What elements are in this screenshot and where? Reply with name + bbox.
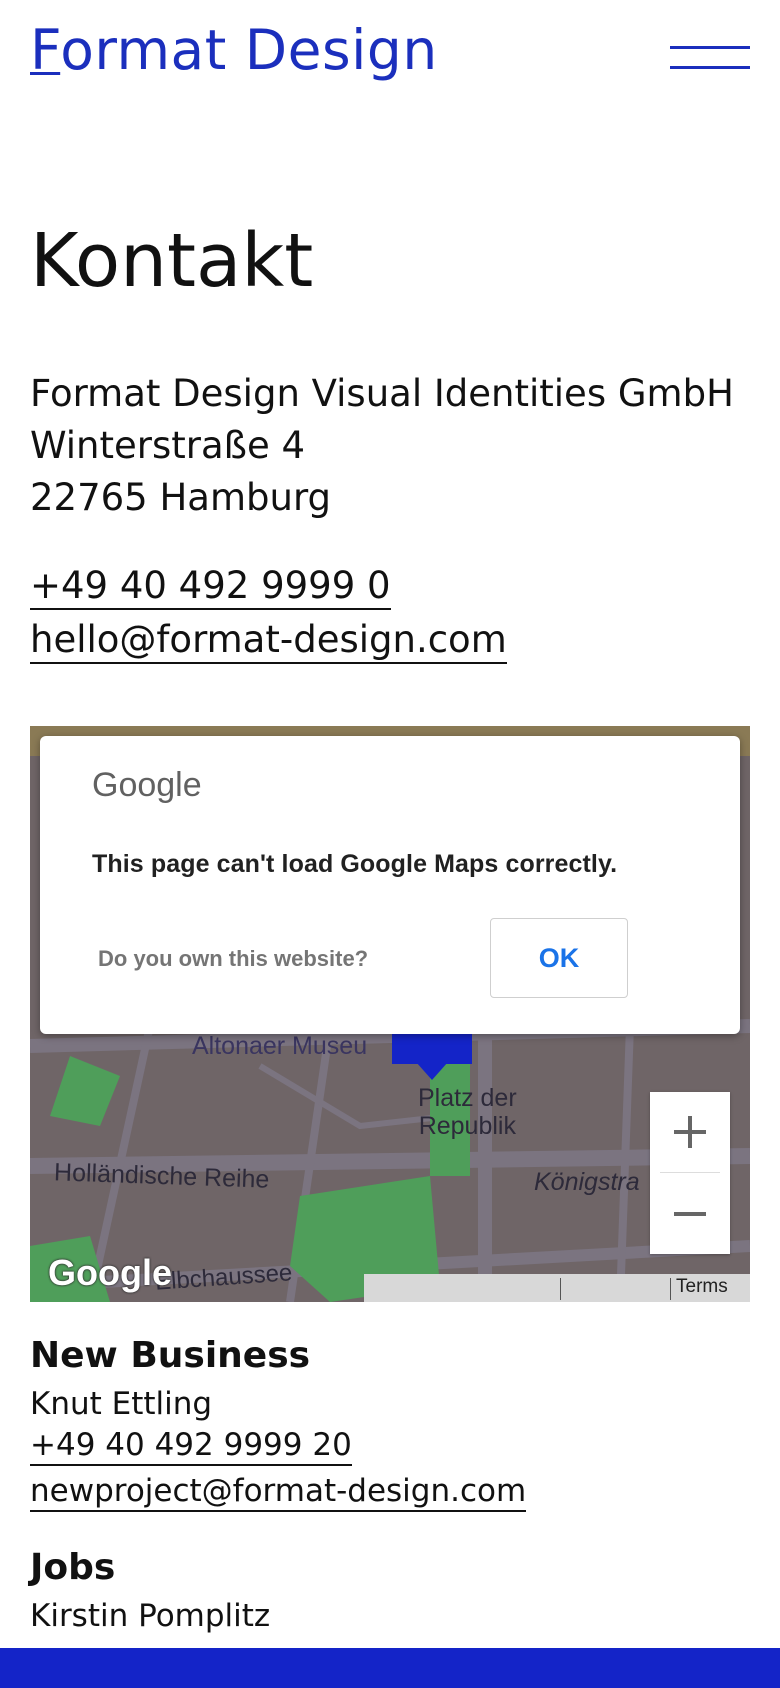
map-label-platz-line2: Republik bbox=[418, 1112, 516, 1140]
jobs-heading: Jobs bbox=[30, 1547, 116, 1588]
zoom-in-button[interactable] bbox=[650, 1092, 730, 1172]
company-name: Format Design Visual Identities GmbH bbox=[30, 372, 734, 415]
maps-error-dialog: Google This page can't load Google Maps … bbox=[40, 736, 740, 1034]
company-address: Format Design Visual Identities GmbH Win… bbox=[30, 368, 734, 524]
phone-link[interactable]: +49 40 492 9999 0 bbox=[30, 564, 391, 610]
footer-bar bbox=[0, 1648, 780, 1688]
google-logo: Google bbox=[48, 1252, 172, 1293]
map-label-platz-line1: Platz der bbox=[418, 1084, 517, 1112]
logo-initial: F bbox=[30, 18, 61, 82]
address-street: Winterstraße 4 bbox=[30, 424, 306, 467]
logo-text: ormat Design bbox=[60, 18, 438, 82]
new-business-contact-name: Knut Ettling bbox=[30, 1386, 213, 1422]
minus-icon bbox=[674, 1212, 706, 1216]
address-city: 22765 Hamburg bbox=[30, 476, 331, 519]
new-business-email-link[interactable]: newproject@format-design.com bbox=[30, 1472, 527, 1512]
jobs-section: Jobs Kirstin Pomplitz bbox=[30, 1542, 270, 1638]
email-link[interactable]: hello@format-design.com bbox=[30, 618, 507, 664]
new-business-phone-link[interactable]: +49 40 492 9999 20 bbox=[30, 1426, 352, 1466]
map-label-altonaer: Altonaer Museu bbox=[192, 1032, 368, 1060]
terms-link[interactable]: Terms bbox=[676, 1276, 728, 1298]
page-title: Kontakt bbox=[30, 218, 314, 304]
map-marker[interactable] bbox=[392, 1034, 472, 1064]
ok-button[interactable]: OK bbox=[490, 918, 628, 998]
zoom-control bbox=[650, 1092, 730, 1254]
google-map[interactable]: Altonaer Museu Platz der Republik Holländ… bbox=[30, 726, 750, 1302]
zoom-divider bbox=[660, 1172, 720, 1173]
attribution-divider bbox=[560, 1278, 561, 1300]
map-attribution-bar: Terms bbox=[364, 1274, 750, 1302]
contact-links: +49 40 492 9999 0 hello@format-design.co… bbox=[30, 564, 507, 672]
site-logo[interactable]: Format Design bbox=[30, 18, 438, 82]
attribution-divider bbox=[670, 1278, 671, 1300]
hamburger-icon-bar-top bbox=[670, 46, 750, 49]
map-label-platz: Platz der Republik bbox=[418, 1084, 517, 1140]
plus-icon-v bbox=[688, 1116, 692, 1148]
hamburger-icon-bar-bottom bbox=[670, 66, 750, 69]
zoom-out-button[interactable] bbox=[650, 1174, 730, 1254]
new-business-section: New Business Knut Ettling +49 40 492 999… bbox=[30, 1330, 527, 1518]
dialog-message: This page can't load Google Maps correct… bbox=[92, 850, 618, 878]
new-business-heading: New Business bbox=[30, 1335, 311, 1376]
menu-button[interactable] bbox=[668, 40, 752, 74]
own-website-link[interactable]: Do you own this website? bbox=[98, 946, 368, 972]
dialog-google-logo: Google bbox=[92, 766, 202, 804]
map-label-koenig: Königstra bbox=[534, 1168, 640, 1196]
site-header: Format Design bbox=[0, 0, 780, 110]
map-marker-pin-icon bbox=[416, 1062, 448, 1080]
jobs-contact-name: Kirstin Pomplitz bbox=[30, 1598, 271, 1634]
